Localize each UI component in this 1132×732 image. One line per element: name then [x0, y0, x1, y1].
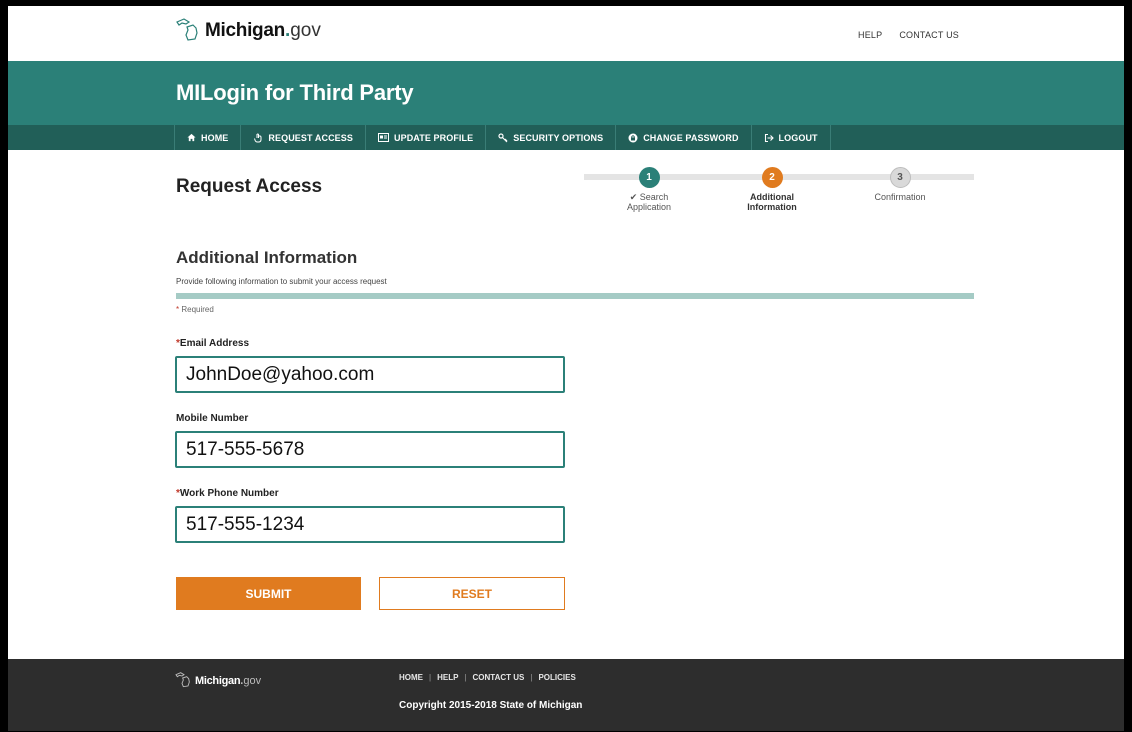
footer-separator: |: [464, 673, 467, 682]
page-title: Request Access: [176, 176, 323, 197]
email-label: *Email Address: [176, 338, 250, 349]
footer-home-link[interactable]: HOME: [399, 673, 423, 682]
title-band: MILogin for Third Party: [8, 61, 1124, 125]
step-number: 1: [638, 167, 660, 188]
browser-page: Michigan. gov HELP CONTACT US MILogin for…: [8, 6, 1124, 731]
hand-pointer-icon: [254, 133, 262, 142]
step-number: 3: [889, 167, 911, 188]
required-note: * Required: [176, 305, 214, 314]
logo-suffix: gov: [243, 675, 262, 687]
nav-item-label: LOGOUT: [778, 132, 818, 143]
required-asterisk: *: [176, 305, 180, 314]
step-search-application: 1 ✔ Search Application: [604, 164, 694, 212]
step-label: Confirmation: [874, 192, 926, 202]
main-content: Request Access 1 ✔ Search Application 2 A…: [8, 150, 1124, 659]
app-title: MILogin for Third Party: [176, 80, 414, 105]
email-field[interactable]: [175, 356, 565, 393]
nav-item-label: HOME: [201, 132, 229, 143]
checkmark-icon: ✔: [629, 192, 640, 202]
mobile-number-field[interactable]: [175, 431, 565, 468]
nav-item-label: CHANGE PASSWORD: [643, 132, 739, 143]
reset-button[interactable]: RESET: [379, 577, 565, 610]
footer-policies-link[interactable]: POLICIES: [538, 673, 575, 682]
footer-contact-us-link[interactable]: CONTACT US: [473, 673, 525, 682]
contact-us-link[interactable]: CONTACT US: [899, 30, 959, 40]
nav-item-label: UPDATE PROFILE: [394, 132, 474, 143]
submit-button[interactable]: SUBMIT: [176, 577, 361, 610]
copyright-text: Copyright 2015-2018 State of Michigan: [399, 700, 583, 711]
progress-steps: 1 ✔ Search Application 2 Additional Inform…: [584, 164, 974, 224]
section-title: Additional Information: [176, 248, 358, 267]
michigan-gov-logo[interactable]: Michigan. gov: [174, 18, 321, 42]
step-label: Additional Information: [747, 192, 797, 212]
top-header: Michigan. gov HELP CONTACT US: [8, 6, 1124, 61]
work-phone-field[interactable]: [175, 506, 565, 543]
logo-suffix: gov: [290, 20, 321, 41]
nav-item-label: REQUEST ACCESS: [268, 132, 353, 143]
footer: Michigan. gov HOME | HELP | CONTACT US | …: [8, 659, 1124, 731]
work-phone-label: *Work Phone Number: [176, 488, 279, 499]
mobile-label: Mobile Number: [176, 413, 249, 424]
nav-item-label: SECURITY OPTIONS: [513, 132, 604, 143]
logo-name: Michigan: [195, 675, 241, 687]
sign-out-icon: [764, 133, 774, 142]
michigan-state-outline-icon: [175, 672, 190, 688]
nav-item-home[interactable]: HOME: [174, 125, 242, 150]
logo-name: Michigan: [205, 20, 285, 41]
top-links: HELP CONTACT US: [858, 30, 959, 40]
lock-circle-icon: [628, 133, 638, 142]
key-icon: [498, 132, 508, 142]
section-description: Provide following information to submit …: [176, 277, 387, 286]
nav-item-request-access[interactable]: REQUEST ACCESS: [241, 125, 366, 150]
nav-item-logout[interactable]: LOGOUT: [752, 125, 831, 150]
footer-help-link[interactable]: HELP: [437, 673, 458, 682]
step-confirmation: 3 Confirmation: [855, 164, 945, 202]
nav-item-change-password[interactable]: CHANGE PASSWORD: [616, 125, 752, 150]
nav-item-security-options[interactable]: SECURITY OPTIONS: [486, 125, 617, 150]
nav-item-update-profile[interactable]: UPDATE PROFILE: [366, 125, 487, 150]
footer-michigan-gov-logo[interactable]: Michigan. gov: [174, 672, 261, 688]
step-label: ✔ Search Application: [626, 192, 672, 212]
main-nav: HOME REQUEST ACCESS UPDATE PROFILE SECUR…: [8, 125, 1124, 150]
home-icon: [187, 133, 196, 142]
footer-separator: |: [429, 673, 432, 682]
help-link[interactable]: HELP: [858, 30, 882, 40]
id-card-icon: [378, 133, 389, 142]
step-number: 2: [761, 167, 783, 188]
step-additional-information: 2 Additional Information: [727, 164, 817, 212]
footer-links: HOME | HELP | CONTACT US | POLICIES: [399, 673, 576, 682]
section-divider: [176, 293, 974, 299]
michigan-state-outline-icon: [176, 18, 198, 41]
footer-separator: |: [530, 673, 533, 682]
